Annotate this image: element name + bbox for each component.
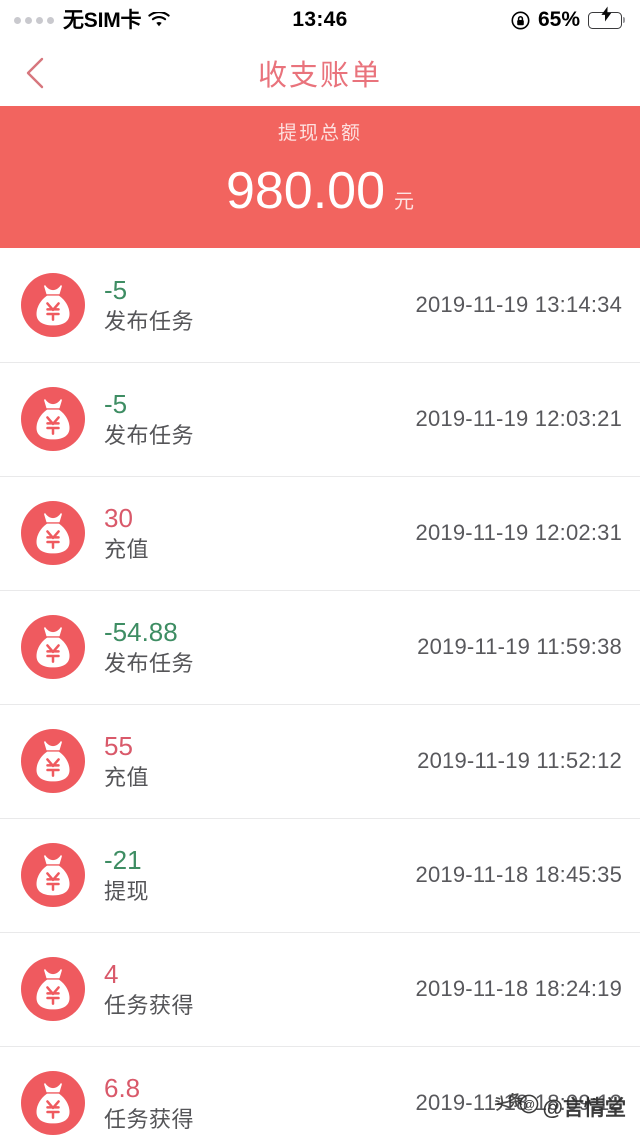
transaction-label: 充值 — [104, 538, 416, 561]
transaction-label: 充值 — [104, 766, 417, 789]
money-bag-icon — [20, 614, 86, 680]
status-bar-clock: 13:46 — [292, 8, 347, 32]
transaction-label: 任务获得 — [104, 1108, 416, 1131]
transaction-amount: 30 — [104, 505, 416, 532]
battery-percent-label: 65% — [538, 8, 580, 32]
signal-dots-icon — [14, 17, 54, 24]
transaction-info: -21 提现 — [104, 847, 416, 903]
phone-screen: 无SIM卡 13:46 65% — [0, 0, 640, 1138]
money-bag-icon — [20, 500, 86, 566]
transaction-amount: -5 — [104, 277, 416, 304]
transaction-row[interactable]: -5 发布任务2019-11-19 13:14:34 — [0, 248, 640, 362]
money-bag-icon — [20, 272, 86, 338]
transaction-label: 发布任务 — [104, 424, 416, 447]
chevron-left-icon — [23, 56, 47, 90]
transaction-amount: 6.8 — [104, 1075, 416, 1102]
transaction-info: 6.8 任务获得 — [104, 1075, 416, 1131]
transaction-info: 4 任务获得 — [104, 961, 416, 1017]
back-button[interactable] — [0, 40, 70, 106]
banner-amount: 980.00 — [226, 165, 385, 217]
transaction-amount: -54.88 — [104, 619, 417, 646]
transaction-row[interactable]: 55 充值2019-11-19 11:52:12 — [0, 704, 640, 818]
transaction-amount: -21 — [104, 847, 416, 874]
banner-amount-row: 980.00 元 — [226, 165, 414, 217]
money-bag-icon — [20, 1070, 86, 1136]
money-bag-icon — [20, 386, 86, 452]
transaction-info: -54.88 发布任务 — [104, 619, 417, 675]
transaction-row[interactable]: 6.8 任务获得2019-11-18 18:09:12 — [0, 1046, 640, 1138]
transaction-amount: -5 — [104, 391, 416, 418]
carrier-label: 无SIM卡 — [63, 10, 141, 31]
battery-charging-icon — [588, 12, 622, 29]
transaction-row[interactable]: 30 充值2019-11-19 12:02:31 — [0, 476, 640, 590]
status-bar-right: 65% — [511, 8, 622, 32]
transaction-time: 2019-11-19 13:14:34 — [416, 292, 622, 318]
banner-label: 提现总额 — [278, 124, 362, 143]
transaction-amount: 4 — [104, 961, 416, 988]
transaction-label: 发布任务 — [104, 652, 417, 675]
transaction-time: 2019-11-19 12:02:31 — [416, 520, 622, 546]
transaction-row[interactable]: -5 发布任务2019-11-19 12:03:21 — [0, 362, 640, 476]
transaction-time: 2019-11-19 11:52:12 — [417, 748, 622, 774]
transaction-row[interactable]: -21 提现2019-11-18 18:45:35 — [0, 818, 640, 932]
transaction-info: -5 发布任务 — [104, 391, 416, 447]
transaction-info: 55 充值 — [104, 733, 417, 789]
transaction-time: 2019-11-19 11:59:38 — [417, 634, 622, 660]
wifi-icon — [148, 12, 170, 28]
rotation-lock-icon — [511, 11, 530, 30]
transaction-row[interactable]: -54.88 发布任务2019-11-19 11:59:38 — [0, 590, 640, 704]
transaction-time: 2019-11-18 18:09:12 — [416, 1090, 622, 1116]
transaction-row[interactable]: 4 任务获得2019-11-18 18:24:19 — [0, 932, 640, 1046]
money-bag-icon — [20, 956, 86, 1022]
transaction-time: 2019-11-18 18:24:19 — [416, 976, 622, 1002]
transaction-label: 发布任务 — [104, 310, 416, 333]
banner-currency-unit: 元 — [394, 192, 414, 212]
transaction-amount: 55 — [104, 733, 417, 760]
money-bag-icon — [20, 842, 86, 908]
transaction-list: -5发布任务2019-11-19 13:14:34-5发布任务2019-11-1… — [0, 248, 640, 1138]
transaction-time: 2019-11-18 18:45:35 — [416, 862, 622, 888]
total-withdraw-banner: 提现总额 980.00 元 — [0, 106, 640, 248]
transaction-label: 任务获得 — [104, 994, 416, 1017]
page-title: 收支账单 — [0, 52, 640, 94]
transaction-info: -5 发布任务 — [104, 277, 416, 333]
transaction-label: 提现 — [104, 880, 416, 903]
status-bar-left: 无SIM卡 — [14, 10, 170, 31]
status-bar: 无SIM卡 13:46 65% — [0, 0, 640, 40]
transaction-info: 30 充值 — [104, 505, 416, 561]
money-bag-icon — [20, 728, 86, 794]
nav-bar: 收支账单 — [0, 40, 640, 106]
transaction-time: 2019-11-19 12:03:21 — [416, 406, 622, 432]
